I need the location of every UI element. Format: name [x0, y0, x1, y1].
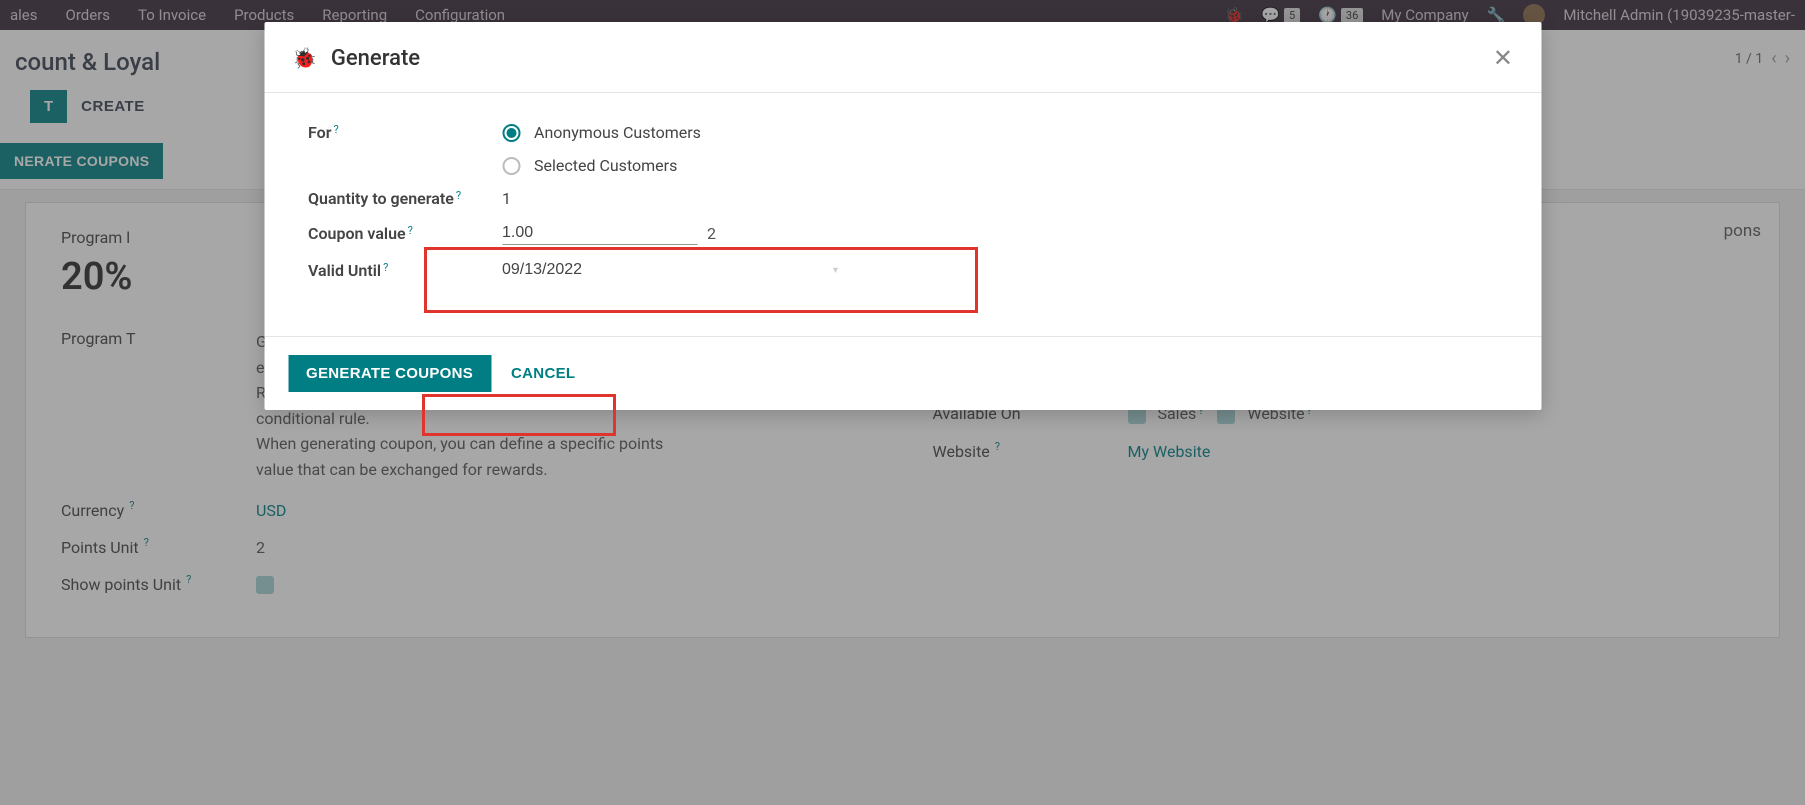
radio-anonymous-label: Anonymous Customers — [534, 123, 701, 142]
coupon-value-unit: 2 — [707, 224, 716, 243]
valid-until-input[interactable] — [502, 259, 842, 282]
close-icon[interactable]: ✕ — [1493, 44, 1513, 72]
chevron-down-icon: ▾ — [833, 265, 838, 276]
radio-anonymous[interactable] — [502, 124, 520, 142]
radio-selected-label: Selected Customers — [534, 156, 677, 175]
bug-icon[interactable]: 🐞 — [292, 46, 317, 70]
modal-title: Generate — [331, 46, 420, 71]
coupon-value-input[interactable] — [502, 222, 697, 245]
valid-until-label: Valid Until? — [308, 261, 502, 280]
generate-modal: 🐞 Generate ✕ For? Anonymous Customers Se… — [264, 22, 1541, 410]
for-label: For? — [308, 123, 502, 142]
radio-selected[interactable] — [502, 157, 520, 175]
quantity-value: 1 — [502, 189, 511, 208]
generate-coupons-button[interactable]: GENERATE COUPONS — [288, 355, 491, 392]
quantity-label: Quantity to generate? — [308, 189, 502, 208]
cancel-button[interactable]: CANCEL — [511, 365, 575, 382]
coupon-value-label: Coupon value? — [308, 224, 502, 243]
